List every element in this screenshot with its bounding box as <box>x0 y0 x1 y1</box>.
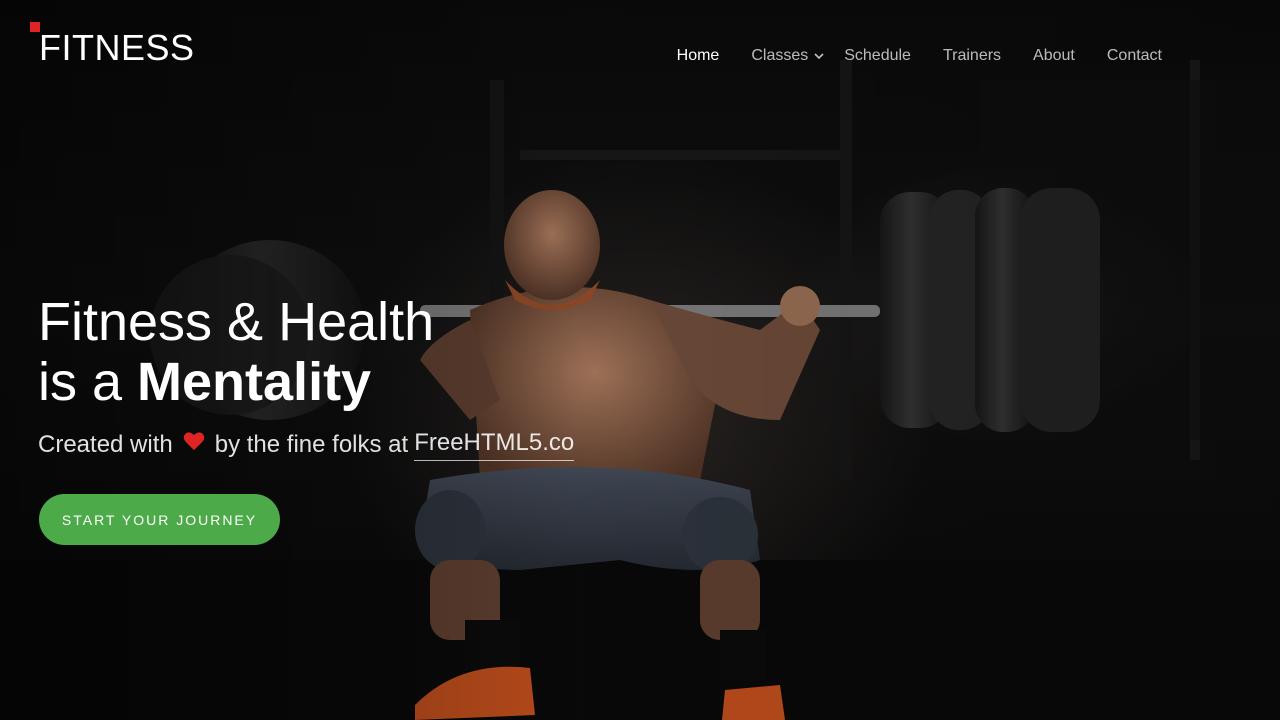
heart-icon <box>183 431 204 450</box>
hero-subline: Created with by the fine folks at FreeHT… <box>38 428 575 461</box>
headline-line-2-prefix: is a <box>38 352 138 412</box>
nav-item-classes[interactable]: Classes <box>751 47 824 65</box>
nav-item-schedule[interactable]: Schedule <box>844 47 911 65</box>
hero-section: FITNESS Home Classes Schedule Trainers A… <box>0 0 1280 720</box>
subline-middle: by the fine folks at <box>214 430 409 458</box>
headline-line-1: Fitness & Health <box>38 292 435 352</box>
nav-item-about[interactable]: About <box>1033 47 1075 65</box>
nav-item-label: About <box>1033 47 1075 64</box>
nav-item-label: Trainers <box>942 47 1002 64</box>
start-journey-button[interactable]: Start Your Journey <box>39 494 280 545</box>
hero-headline: Fitness & Health is a Mentality <box>38 292 434 412</box>
nav-item-label: Schedule <box>844 47 911 64</box>
nav-item-home[interactable]: Home <box>677 47 720 65</box>
chevron-down-icon <box>814 53 824 60</box>
main-navigation: Home Classes Schedule Trainers About Con… <box>645 47 1162 65</box>
nav-item-label: Home <box>676 47 720 64</box>
freehtml5-link[interactable]: FreeHTML5.co <box>414 428 575 461</box>
nav-item-trainers[interactable]: Trainers <box>943 47 1001 65</box>
subline-prefix: Created with <box>38 430 173 458</box>
nav-item-label: Contact <box>1106 47 1162 64</box>
nav-item-label: Classes <box>751 47 809 64</box>
logo-text: FITNESS <box>39 27 195 68</box>
headline-line-2-bold: Mentality <box>137 352 372 412</box>
nav-item-contact[interactable]: Contact <box>1107 47 1162 65</box>
